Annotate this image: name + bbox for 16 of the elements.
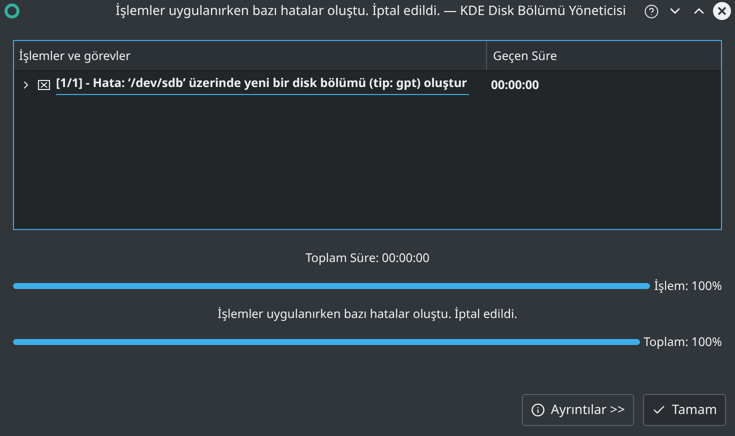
progress-label: İşlem: 100% [654, 277, 722, 295]
elapsed-time: 00:00:00 [490, 76, 540, 94]
window-title: İşlemler uygulanırken bazı hatalar oluştu. İptal edildi. — KDE Disk Bölümü Yöneticisi [116, 1, 626, 21]
help-icon[interactable] [644, 4, 659, 18]
info-icon [530, 403, 545, 417]
task-text[interactable]: [1/1] - Hata: ‘/dev/sdb’ üzerinde yeni bir disk bölümü (tip: gpt) oluştur [56, 74, 470, 95]
column-header[interactable]: İşlemler ve görevler [14, 41, 487, 70]
status-text: İşlemler uygulanırken bazı hatalar oluştu. İptal edildi. [218, 304, 518, 324]
status-text: Toplam Süre: 00:00:00 [305, 248, 430, 268]
column-header[interactable]: Geçen Süre [487, 41, 721, 70]
details-button[interactable]: Ayrıntılar >> [522, 394, 634, 426]
progress-label: Toplam: 100% [644, 333, 722, 351]
app-logo-icon [4, 3, 20, 19]
ok-button[interactable]: Tamam [642, 394, 726, 426]
close-icon[interactable] [713, 2, 731, 20]
error-icon [38, 78, 50, 90]
